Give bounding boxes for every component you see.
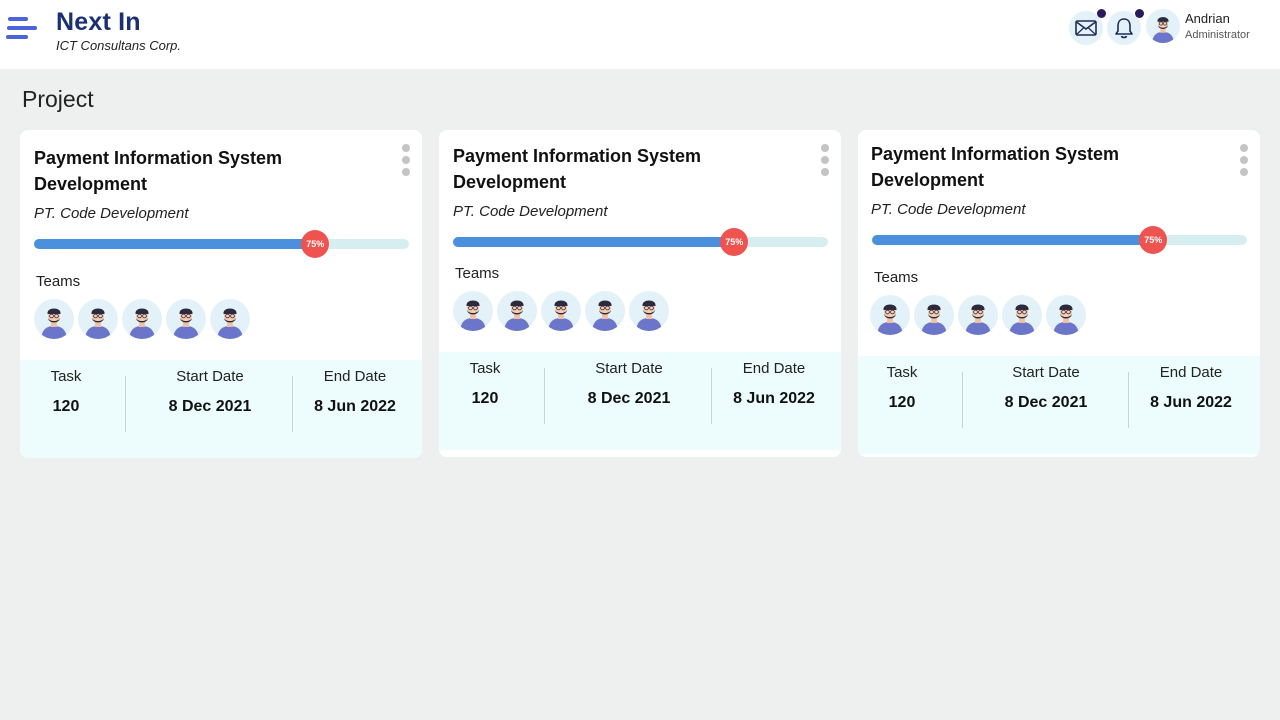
start-date-value: 8 Dec 2021 <box>587 390 671 407</box>
progress-fill <box>453 237 735 247</box>
task-stat: Task 120 <box>459 352 511 408</box>
task-stat: Task 120 <box>876 356 928 412</box>
project-company: PT. Code Development <box>34 205 189 222</box>
end-date-value: 8 Jun 2022 <box>314 398 396 415</box>
divider <box>292 376 293 432</box>
end-date-stat: End Date 8 Jun 2022 <box>724 352 824 408</box>
task-label: Task <box>469 360 501 377</box>
notification-button[interactable] <box>1107 9 1144 45</box>
team-member-avatar[interactable] <box>78 299 118 339</box>
team-member-avatar[interactable] <box>541 291 581 331</box>
user-avatar[interactable] <box>1146 9 1180 43</box>
bell-icon <box>1115 18 1133 39</box>
project-card[interactable]: Payment Information System Development P… <box>20 130 422 458</box>
project-stats: Task 120 Start Date 8 Dec 2021 End Date … <box>20 360 422 458</box>
team-member-avatar[interactable] <box>166 299 206 339</box>
team-member-avatar[interactable] <box>34 299 74 339</box>
teams-label: Teams <box>874 269 919 286</box>
divider <box>962 372 963 428</box>
end-date-label: End Date <box>323 368 387 385</box>
project-stats: Task 120 Start Date 8 Dec 2021 End Date … <box>439 352 841 450</box>
teams-label: Teams <box>455 265 500 282</box>
team-member-avatar[interactable] <box>1046 295 1086 335</box>
project-title: Payment Information System Development <box>34 148 283 194</box>
task-label: Task <box>886 364 918 381</box>
project-title: Payment Information System Development <box>453 146 702 192</box>
project-card[interactable]: Payment Information System Development P… <box>858 130 1260 457</box>
task-value: 120 <box>888 394 916 411</box>
more-options-icon[interactable] <box>819 144 831 176</box>
notification-dot <box>1135 9 1144 18</box>
task-value: 120 <box>52 398 80 415</box>
start-date-value: 8 Dec 2021 <box>1004 394 1088 411</box>
top-bar: Next In ICT Consultans Corp. Andrian Adm… <box>0 0 1280 69</box>
end-date-label: End Date <box>742 360 806 377</box>
progress-bar: 75% <box>453 228 828 256</box>
start-date-stat: Start Date 8 Dec 2021 <box>150 360 270 416</box>
start-date-label: Start Date <box>176 368 244 385</box>
progress-fill <box>34 239 316 249</box>
project-company: PT. Code Development <box>453 203 608 220</box>
end-date-value: 8 Jun 2022 <box>1150 394 1232 411</box>
progress-badge: 75% <box>720 228 749 256</box>
divider <box>1128 372 1129 428</box>
team-avatars <box>453 291 669 331</box>
end-date-stat: End Date 8 Jun 2022 <box>1141 356 1241 412</box>
task-value: 120 <box>471 390 499 407</box>
team-avatars <box>870 295 1086 335</box>
team-member-avatar[interactable] <box>453 291 493 331</box>
teams-label: Teams <box>36 273 81 290</box>
user-role: Administrator <box>1185 29 1250 41</box>
project-stats: Task 120 Start Date 8 Dec 2021 End Date … <box>858 356 1260 454</box>
divider <box>125 376 126 432</box>
progress-badge: 75% <box>301 230 330 258</box>
task-label: Task <box>50 368 82 385</box>
team-avatars <box>34 299 250 339</box>
mail-unread-dot <box>1097 9 1106 18</box>
project-title: Payment Information System Development <box>871 144 1120 190</box>
start-date-label: Start Date <box>1012 364 1080 381</box>
progress-bar: 75% <box>872 226 1247 254</box>
task-stat: Task 120 <box>40 360 92 416</box>
mail-icon <box>1075 20 1097 36</box>
team-member-avatar[interactable] <box>122 299 162 339</box>
progress-bar: 75% <box>34 230 409 258</box>
more-options-icon[interactable] <box>400 144 412 176</box>
team-member-avatar[interactable] <box>497 291 537 331</box>
user-name: Andrian <box>1185 11 1230 26</box>
project-company: PT. Code Development <box>871 201 1026 218</box>
start-date-stat: Start Date 8 Dec 2021 <box>569 352 689 408</box>
progress-badge: 75% <box>1139 226 1168 254</box>
brand-subtitle: ICT Consultans Corp. <box>56 38 181 53</box>
start-date-label: Start Date <box>595 360 663 377</box>
end-date-label: End Date <box>1159 364 1223 381</box>
project-card[interactable]: Payment Information System Development P… <box>439 130 841 457</box>
brand-title: Next In <box>56 8 141 36</box>
team-member-avatar[interactable] <box>870 295 910 335</box>
team-member-avatar[interactable] <box>914 295 954 335</box>
team-member-avatar[interactable] <box>585 291 625 331</box>
progress-fill <box>872 235 1154 245</box>
divider <box>711 368 712 424</box>
end-date-stat: End Date 8 Jun 2022 <box>305 360 405 416</box>
team-member-avatar[interactable] <box>629 291 669 331</box>
divider <box>544 368 545 424</box>
end-date-value: 8 Jun 2022 <box>733 390 815 407</box>
team-member-avatar[interactable] <box>1002 295 1042 335</box>
start-date-value: 8 Dec 2021 <box>168 398 252 415</box>
team-member-avatar[interactable] <box>210 299 250 339</box>
page-title: Project <box>22 86 94 112</box>
more-options-icon[interactable] <box>1238 144 1250 176</box>
team-member-avatar[interactable] <box>958 295 998 335</box>
start-date-stat: Start Date 8 Dec 2021 <box>986 356 1106 412</box>
mail-button[interactable] <box>1069 9 1106 45</box>
menu-icon[interactable] <box>6 15 38 45</box>
